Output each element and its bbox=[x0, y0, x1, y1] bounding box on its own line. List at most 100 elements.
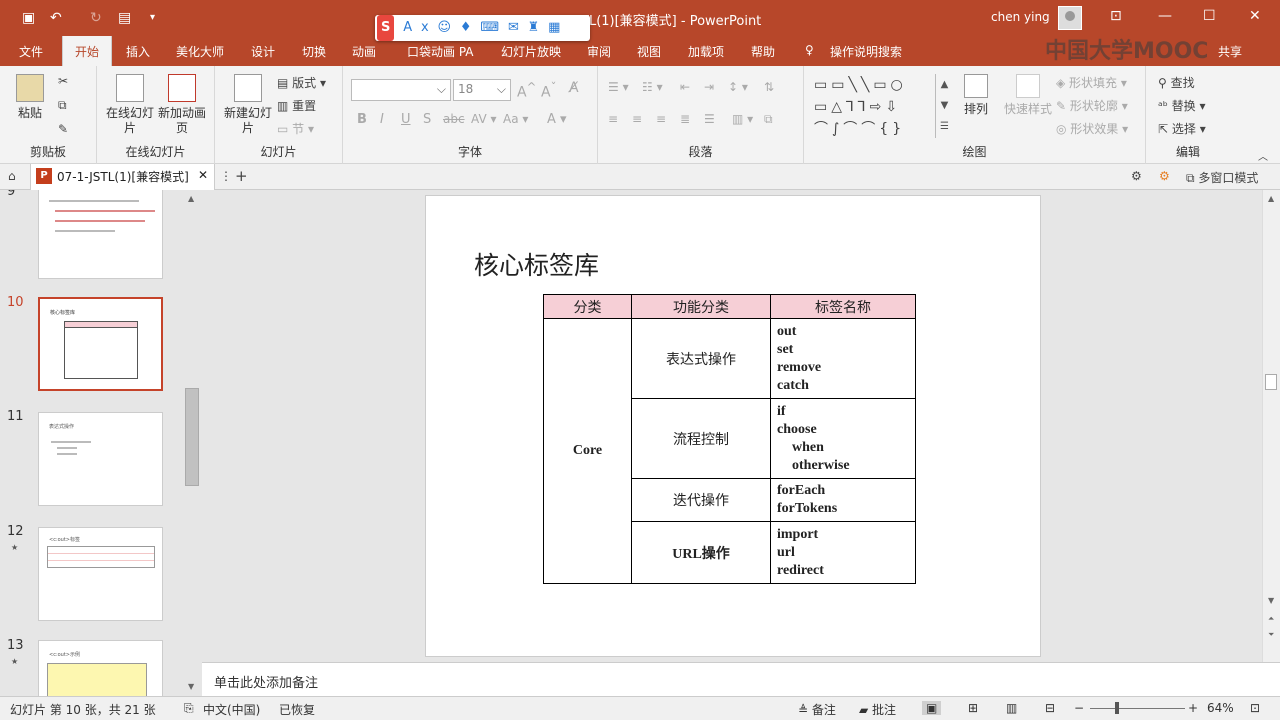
zoom-slider[interactable] bbox=[1090, 708, 1185, 709]
shapes-gallery[interactable]: ▭▭╲╲▭○ ▭△⅂⅂⇨⇩ ⌒∫⌒⌒{} bbox=[814, 74, 954, 138]
replace-button[interactable]: ᵃᵇ 替换 ▾ bbox=[1158, 97, 1206, 114]
select-button[interactable]: ⇱ 选择 ▾ bbox=[1158, 120, 1206, 137]
comments-toggle[interactable]: ▰ 批注 bbox=[859, 701, 896, 718]
normal-view-icon[interactable]: ▣ bbox=[922, 701, 942, 715]
ime-toolbar[interactable]: S A ⅹ ☺ ♦ ⌨ ✉ ♜ ▦ bbox=[375, 15, 590, 41]
text-direction-icon[interactable]: ⇅ bbox=[764, 80, 774, 94]
document-tab[interactable]: P 07-1-JSTL(1)[兼容模式] ✕ bbox=[30, 164, 215, 190]
core-tags-table[interactable]: 分类 功能分类 标签名称 Core 表达式操作 out set remove c… bbox=[543, 294, 916, 584]
slide-title[interactable]: 核心标签库 bbox=[474, 246, 599, 282]
slide-thumbnail-12[interactable]: <c:out>标签 bbox=[38, 527, 163, 621]
format-painter-icon[interactable]: ✎ bbox=[58, 122, 68, 136]
cut-icon[interactable]: ✂ bbox=[58, 74, 68, 88]
decrease-indent-icon[interactable]: ⇤ bbox=[680, 80, 690, 94]
tool-icon[interactable]: ⚙ bbox=[1131, 169, 1142, 183]
tab-review[interactable]: 审阅 bbox=[587, 43, 611, 60]
pin-icon[interactable]: ⌂ bbox=[8, 169, 16, 183]
zoom-slider-thumb[interactable] bbox=[1115, 702, 1119, 714]
line-spacing-icon[interactable]: ↕ ▾ bbox=[728, 80, 748, 94]
ime-keyboard-icon[interactable]: ⌨ bbox=[480, 15, 499, 41]
scrollbar-thumb[interactable] bbox=[1265, 374, 1277, 390]
tab-home[interactable]: 开始 bbox=[62, 36, 113, 66]
zoom-out-icon[interactable]: − bbox=[1074, 701, 1084, 715]
avatar[interactable] bbox=[1058, 6, 1082, 30]
numbering-icon[interactable]: ☷ ▾ bbox=[642, 80, 663, 94]
ime-voice-icon[interactable]: ♦ bbox=[460, 15, 472, 41]
multiwindow-button[interactable]: ⧉ 多窗口模式 bbox=[1186, 169, 1258, 186]
scroll-down-icon[interactable]: ▼ bbox=[1268, 596, 1274, 605]
maximize-button[interactable]: ☐ bbox=[1203, 8, 1216, 24]
user-name[interactable]: chen ying bbox=[991, 10, 1050, 24]
language-indicator[interactable]: 中文(中国) bbox=[203, 701, 260, 718]
italic-icon[interactable]: I bbox=[380, 112, 384, 127]
section-button[interactable]: ▭ 节 ▾ bbox=[277, 120, 314, 137]
tab-insert[interactable]: 插入 bbox=[126, 43, 150, 60]
tab-help[interactable]: 帮助 bbox=[751, 43, 775, 60]
underline-icon[interactable]: U bbox=[401, 112, 411, 127]
notes-pane[interactable]: 单击此处添加备注 bbox=[202, 662, 1280, 696]
collapse-ribbon-icon[interactable]: ︿ bbox=[1258, 148, 1268, 163]
change-case-icon[interactable]: Aa ▾ bbox=[503, 112, 528, 126]
slide-thumbnail-11[interactable]: 表达式操作 bbox=[38, 412, 163, 506]
editor-scrollbar[interactable]: ▲ ▼ ⏶ ⏷ bbox=[1262, 190, 1280, 662]
ime-mode-icon[interactable]: A bbox=[403, 15, 412, 41]
shape-fill-button[interactable]: ◈ 形状填充 ▾ bbox=[1056, 74, 1127, 91]
paste-button[interactable]: 粘贴 bbox=[12, 74, 48, 121]
align-left-icon[interactable]: ≡ bbox=[608, 112, 618, 126]
copy-icon[interactable]: ⧉ bbox=[58, 98, 67, 113]
font-name-combo[interactable]: ⌵ bbox=[351, 79, 451, 101]
align-center-icon[interactable]: ≡ bbox=[632, 112, 642, 126]
zoom-in-icon[interactable]: + bbox=[1188, 701, 1198, 715]
minimize-button[interactable]: — bbox=[1158, 8, 1172, 24]
share-button[interactable]: 共享 bbox=[1218, 43, 1242, 60]
align-right-icon[interactable]: ≡ bbox=[656, 112, 666, 126]
tab-view[interactable]: 视图 bbox=[637, 43, 661, 60]
reading-view-icon[interactable]: ▥ bbox=[1006, 701, 1017, 715]
present-icon[interactable]: ▤ bbox=[118, 8, 131, 28]
tab-design[interactable]: 设计 bbox=[251, 43, 275, 60]
shape-effects-button[interactable]: ◎ 形状效果 ▾ bbox=[1056, 120, 1128, 137]
ime-grid-icon[interactable]: ▦ bbox=[548, 15, 560, 41]
clear-format-icon[interactable]: A̸ bbox=[569, 80, 579, 96]
quick-styles-button[interactable]: 快速样式 bbox=[1000, 74, 1056, 117]
spellcheck-icon[interactable]: ⎘ bbox=[184, 701, 194, 716]
increase-indent-icon[interactable]: ⇥ bbox=[704, 80, 714, 94]
slide-thumbnail-13[interactable]: <c:out>示例 bbox=[38, 640, 163, 696]
shrink-font-icon[interactable]: Aˇ bbox=[541, 80, 556, 101]
tab-slideshow[interactable]: 幻灯片放映 bbox=[501, 43, 561, 60]
new-slide-button[interactable]: 新建幻灯片 bbox=[223, 74, 273, 136]
find-button[interactable]: ⚲ 查找 bbox=[1158, 74, 1195, 91]
bullets-icon[interactable]: ☰ ▾ bbox=[608, 80, 629, 94]
ime-logo-icon[interactable]: S bbox=[377, 15, 395, 41]
font-color-icon[interactable]: A ▾ bbox=[547, 112, 567, 127]
online-slide-button[interactable]: 在线幻灯片 bbox=[105, 74, 155, 136]
tab-pocket-animation[interactable]: 口袋动画 PA bbox=[407, 43, 474, 60]
tab-menu-icon[interactable]: ⋮ bbox=[220, 169, 232, 183]
char-spacing-icon[interactable]: AV ▾ bbox=[471, 112, 497, 126]
close-tab-icon[interactable]: ✕ bbox=[198, 168, 208, 182]
ribbon-display-icon[interactable]: ⊡ bbox=[1110, 8, 1122, 24]
slide-canvas[interactable]: 核心标签库 分类 功能分类 标签名称 Core 表达式操作 out set re… bbox=[426, 196, 1040, 656]
settings-icon[interactable]: ⚙ bbox=[1159, 169, 1170, 183]
slide-sorter-icon[interactable]: ⊞ bbox=[968, 701, 978, 715]
tab-transitions[interactable]: 切换 bbox=[302, 43, 326, 60]
prev-slide-icon[interactable]: ⏶ bbox=[1268, 614, 1274, 624]
ime-skin-icon[interactable]: ✉ bbox=[508, 15, 519, 41]
scroll-up-icon[interactable]: ▲ bbox=[188, 194, 194, 203]
grow-font-icon[interactable]: A^ bbox=[517, 80, 536, 101]
new-animation-page-button[interactable]: 新加动画页 bbox=[157, 74, 207, 136]
justify-icon[interactable]: ≣ bbox=[680, 112, 690, 126]
slide-thumbnail-10[interactable]: 核心标签库 bbox=[38, 297, 163, 391]
new-tab-icon[interactable]: + bbox=[235, 167, 248, 185]
qat-dropdown-icon[interactable]: ▾ bbox=[150, 8, 155, 28]
distribute-icon[interactable]: ☰ bbox=[704, 112, 715, 126]
next-slide-icon[interactable]: ⏷ bbox=[1268, 630, 1274, 640]
tab-addins[interactable]: 加载项 bbox=[688, 43, 724, 60]
ime-shirt-icon[interactable]: ♜ bbox=[528, 15, 540, 41]
tab-animations[interactable]: 动画 bbox=[352, 43, 376, 60]
thumbnails-scrollbar[interactable]: ▲ ▼ bbox=[182, 190, 202, 696]
reset-button[interactable]: ▥ 重置 bbox=[277, 97, 316, 114]
font-size-combo[interactable]: 18 ⌵ bbox=[453, 79, 511, 101]
notes-toggle[interactable]: ≜ 备注 bbox=[798, 701, 836, 718]
scroll-up-icon[interactable]: ▲ bbox=[1268, 194, 1274, 203]
